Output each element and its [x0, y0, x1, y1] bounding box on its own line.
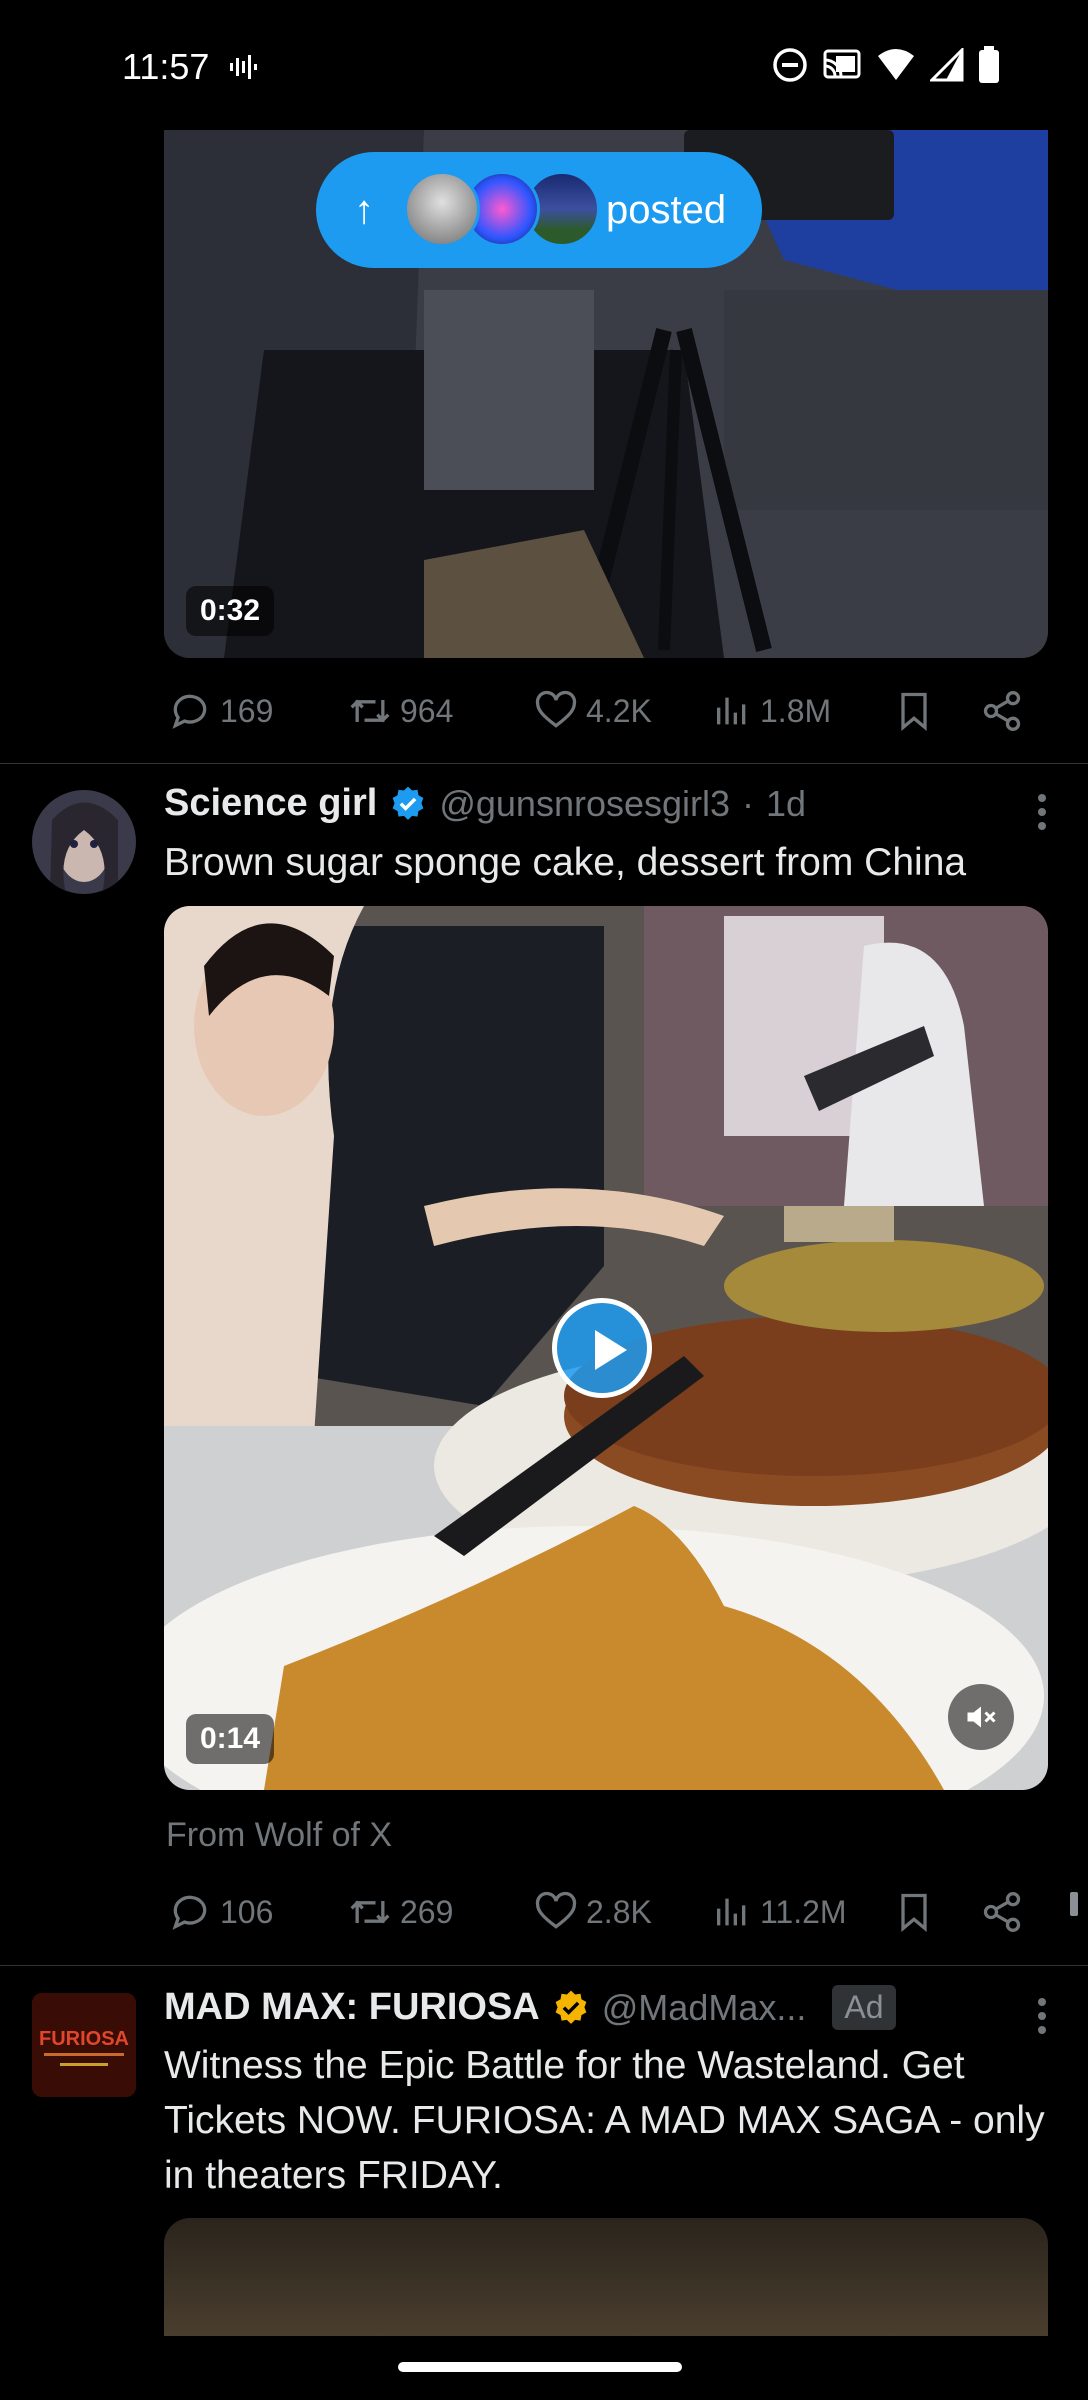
- reply-button[interactable]: 169: [168, 689, 273, 733]
- views-button[interactable]: 11.2M: [712, 1892, 847, 1932]
- verified-badge-icon: [392, 786, 424, 820]
- avatar-image: [32, 790, 136, 894]
- bookmark-icon: [901, 1893, 927, 1933]
- like-button[interactable]: 2.8K: [534, 1890, 652, 1934]
- svg-text:FURIOSA: FURIOSA: [39, 2028, 129, 2050]
- poster-avatars: [404, 171, 604, 249]
- ad-media-thumbnail: [164, 2218, 1048, 2336]
- heart-icon: [535, 690, 577, 728]
- sound-wave-icon: [230, 55, 257, 79]
- reply-icon: [172, 694, 207, 729]
- verified-gold-badge-icon: [555, 1990, 587, 2024]
- status-time: 11:57: [122, 46, 210, 87]
- more-options-icon[interactable]: [1036, 1996, 1048, 2036]
- bookmark-icon: [901, 692, 927, 732]
- views-icon: [717, 1898, 746, 1926]
- author-handle[interactable]: @gunsnrosesgirl3: [439, 783, 730, 825]
- share-button[interactable]: [980, 689, 1024, 733]
- video-duration: 0:14: [186, 1714, 275, 1764]
- tweet2-actions: 106 269 2.8K 11.2M: [164, 1882, 1048, 1942]
- avatar[interactable]: [32, 790, 136, 894]
- furiosa-logo: FURIOSA: [32, 1993, 136, 2097]
- video-source[interactable]: From Wolf of X: [166, 1816, 392, 1855]
- reply-button[interactable]: 106: [168, 1890, 273, 1934]
- views-icon: [717, 697, 746, 725]
- heart-icon: [535, 1891, 577, 1929]
- arrow-up-icon: ↑: [354, 187, 374, 232]
- posted-label: posted: [606, 187, 727, 232]
- author-name[interactable]: MAD MAX: FURIOSA: [164, 1986, 540, 2029]
- retweet-icon: [350, 699, 390, 723]
- tweet1-actions: 169 964 4.2K 1.8M: [164, 681, 1048, 741]
- ad-badge: Ad: [832, 1985, 896, 2030]
- bookmark-button[interactable]: [892, 689, 936, 733]
- retweet-button[interactable]: 269: [348, 1890, 453, 1934]
- wifi-icon: [878, 49, 914, 80]
- views-count: 11.2M: [760, 1893, 847, 1930]
- home-indicator[interactable]: [398, 2362, 682, 2372]
- views-count: 1.8M: [760, 692, 832, 729]
- mute-button[interactable]: [948, 1684, 1014, 1750]
- separator: ·: [742, 782, 755, 824]
- tweet-text: Brown sugar sponge cake, dessert from Ch…: [164, 841, 967, 884]
- tweet2-video[interactable]: 0:14: [164, 906, 1048, 1790]
- bookmark-button[interactable]: [892, 1890, 936, 1934]
- divider: [0, 1965, 1088, 1966]
- status-bar: 11:57: [0, 0, 1088, 130]
- reply-count: 169: [220, 692, 274, 729]
- like-button[interactable]: 4.2K: [534, 689, 652, 733]
- signal-icon: [930, 48, 964, 82]
- reply-icon: [172, 1895, 207, 1930]
- retweet-count: 964: [400, 692, 454, 729]
- share-icon: [983, 691, 1021, 731]
- scrollbar[interactable]: [1070, 1892, 1078, 1916]
- retweet-icon: [350, 1900, 390, 1924]
- share-icon: [983, 1892, 1021, 1932]
- do-not-disturb-icon: [773, 48, 807, 82]
- video-duration: 0:32: [186, 586, 275, 636]
- tweet-text: Witness the Epic Battle for the Wastelan…: [164, 2044, 1045, 2197]
- like-count: 2.8K: [586, 1893, 652, 1930]
- muted-speaker-icon: [967, 1706, 996, 1728]
- cast-icon: [823, 49, 861, 79]
- retweet-button[interactable]: 964: [348, 689, 453, 733]
- new-posts-pill[interactable]: ↑ posted: [316, 152, 762, 268]
- reply-count: 106: [220, 1893, 274, 1930]
- avatar[interactable]: FURIOSA: [32, 1993, 136, 2097]
- tweet2-header: Science girl @gunsnrosesgirl3 · 1d: [164, 782, 806, 825]
- play-button[interactable]: [552, 1298, 652, 1398]
- tweet3-header: MAD MAX: FURIOSA @MadMax... Ad: [164, 1985, 896, 2030]
- divider: [0, 763, 1088, 764]
- post-time[interactable]: 1d: [766, 783, 806, 825]
- battery-icon: [979, 46, 999, 83]
- avatar: [404, 171, 480, 247]
- author-handle[interactable]: @MadMax...: [602, 1987, 807, 2029]
- retweet-count: 269: [400, 1893, 454, 1930]
- share-button[interactable]: [980, 1890, 1024, 1934]
- tweet3-media[interactable]: [164, 2218, 1048, 2336]
- more-options-icon[interactable]: [1036, 792, 1048, 832]
- like-count: 4.2K: [586, 692, 652, 729]
- views-button[interactable]: 1.8M: [712, 691, 831, 731]
- author-name[interactable]: Science girl: [164, 782, 377, 825]
